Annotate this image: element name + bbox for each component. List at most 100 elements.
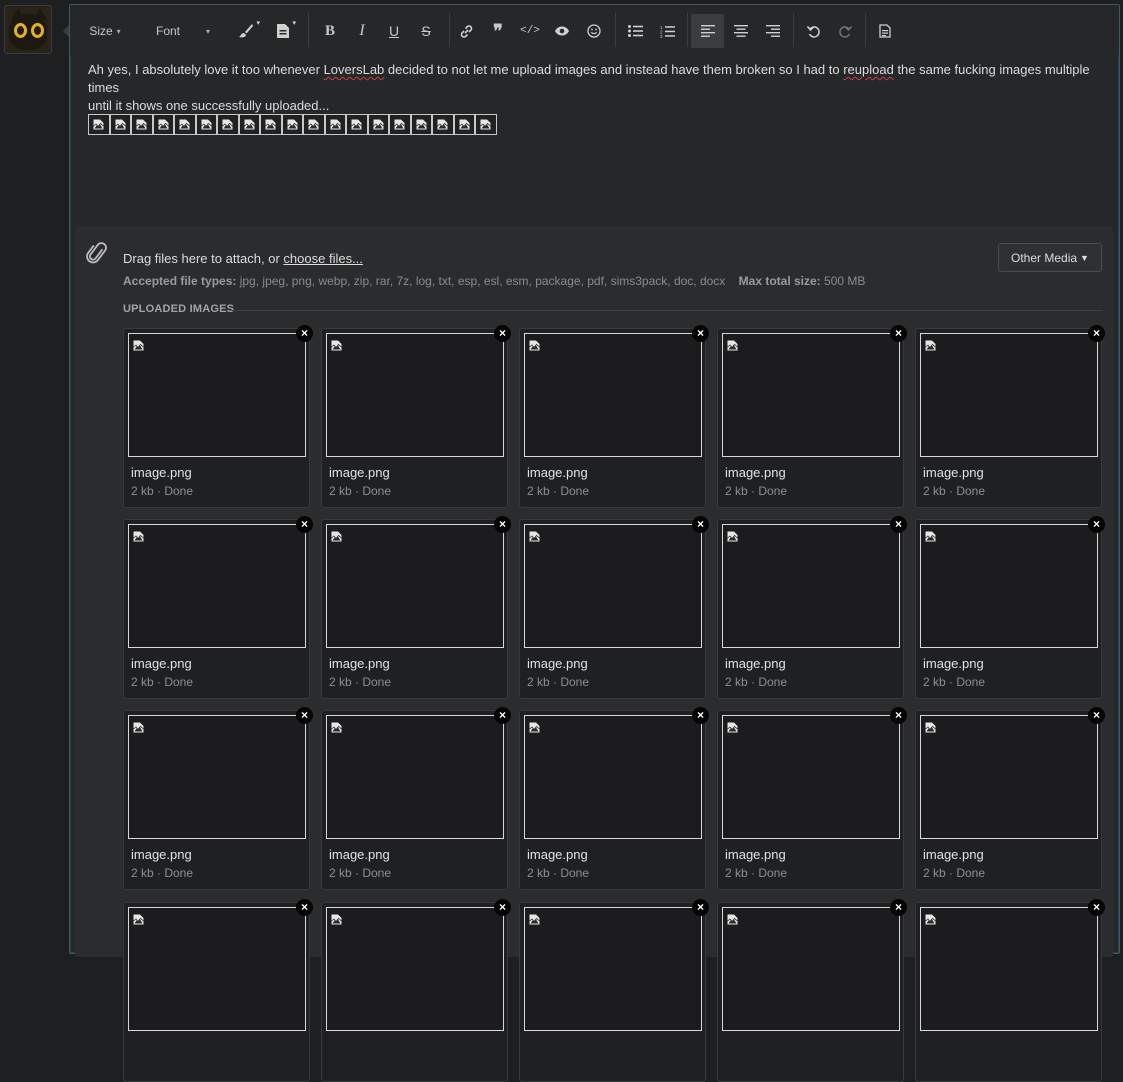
text-color-button[interactable]: ▾ — [230, 14, 262, 48]
broken-image[interactable] — [389, 114, 411, 135]
user-avatar[interactable] — [4, 5, 52, 54]
drafts-button[interactable] — [869, 14, 901, 48]
paragraph-style-button[interactable]: ▾ — [266, 14, 300, 48]
image-thumbnail[interactable] — [128, 333, 306, 457]
remove-attachment-button[interactable]: × — [494, 325, 511, 342]
remove-attachment-button[interactable]: × — [1088, 707, 1105, 724]
image-thumbnail[interactable] — [722, 907, 900, 1031]
image-thumbnail[interactable] — [326, 907, 504, 1031]
broken-image[interactable] — [303, 114, 325, 135]
remove-attachment-button[interactable]: × — [1088, 516, 1105, 533]
remove-attachment-button[interactable]: × — [1088, 899, 1105, 916]
align-left-button[interactable] — [691, 14, 724, 48]
code-button[interactable]: </> — [514, 14, 546, 48]
remove-attachment-button[interactable]: × — [1088, 325, 1105, 342]
broken-image[interactable] — [453, 114, 475, 135]
uploaded-image-tile[interactable]: × image.png 2 kb · Done — [519, 707, 709, 890]
italic-button[interactable]: I — [346, 14, 378, 48]
underline-button[interactable]: U — [378, 14, 410, 48]
image-thumbnail[interactable] — [920, 333, 1098, 457]
image-thumbnail[interactable] — [128, 524, 306, 648]
image-thumbnail[interactable] — [128, 907, 306, 1031]
remove-attachment-button[interactable]: × — [692, 899, 709, 916]
remove-attachment-button[interactable]: × — [692, 516, 709, 533]
broken-image[interactable] — [109, 114, 131, 135]
broken-image[interactable] — [324, 114, 346, 135]
remove-attachment-button[interactable]: × — [692, 325, 709, 342]
image-thumbnail[interactable] — [326, 715, 504, 839]
image-thumbnail[interactable] — [920, 524, 1098, 648]
align-right-button[interactable] — [757, 14, 789, 48]
broken-image[interactable] — [131, 114, 153, 135]
remove-attachment-button[interactable]: × — [890, 325, 907, 342]
uploaded-image-tile[interactable]: × image.png 2 kb · Done — [915, 325, 1105, 508]
broken-image[interactable] — [410, 114, 432, 135]
uploaded-image-tile[interactable]: × — [321, 899, 511, 1082]
remove-attachment-button[interactable]: × — [692, 707, 709, 724]
remove-attachment-button[interactable]: × — [494, 899, 511, 916]
broken-image[interactable] — [281, 114, 303, 135]
bold-button[interactable]: B — [314, 14, 346, 48]
image-thumbnail[interactable] — [722, 715, 900, 839]
broken-image[interactable] — [88, 114, 110, 135]
uploaded-image-tile[interactable]: × image.png 2 kb · Done — [717, 707, 907, 890]
link-button[interactable] — [450, 14, 482, 48]
font-dropdown[interactable]: Font ▾ — [144, 14, 216, 48]
image-thumbnail[interactable] — [524, 333, 702, 457]
image-thumbnail[interactable] — [524, 715, 702, 839]
remove-attachment-button[interactable]: × — [494, 707, 511, 724]
bulleted-list-button[interactable] — [619, 14, 651, 48]
remove-attachment-button[interactable]: × — [890, 707, 907, 724]
spoiler-button[interactable] — [546, 14, 578, 48]
uploaded-image-tile[interactable]: × image.png 2 kb · Done — [123, 325, 313, 508]
uploaded-image-tile[interactable]: × image.png 2 kb · Done — [123, 516, 313, 699]
image-thumbnail[interactable] — [128, 715, 306, 839]
remove-attachment-button[interactable]: × — [494, 516, 511, 533]
uploaded-image-tile[interactable]: × image.png 2 kb · Done — [717, 516, 907, 699]
strikethrough-button[interactable]: S — [410, 14, 442, 48]
broken-image[interactable] — [367, 114, 389, 135]
broken-image[interactable] — [260, 114, 282, 135]
image-thumbnail[interactable] — [920, 715, 1098, 839]
remove-attachment-button[interactable]: × — [296, 707, 313, 724]
remove-attachment-button[interactable]: × — [296, 899, 313, 916]
uploaded-image-tile[interactable]: × — [717, 899, 907, 1082]
choose-files-link[interactable]: choose files... — [283, 251, 363, 266]
attachment-area[interactable]: Drag files here to attach, or choose fil… — [75, 227, 1113, 1082]
uploaded-image-tile[interactable]: × image.png 2 kb · Done — [321, 325, 511, 508]
numbered-list-button[interactable]: 123 — [651, 14, 683, 48]
broken-image[interactable] — [217, 114, 239, 135]
uploaded-image-tile[interactable]: × — [915, 899, 1105, 1082]
message-body[interactable]: Ah yes, I absolutely love it too wheneve… — [88, 61, 1108, 115]
image-thumbnail[interactable] — [722, 333, 900, 457]
broken-image[interactable] — [475, 114, 497, 135]
broken-image[interactable] — [346, 114, 368, 135]
other-media-button[interactable]: Other Media ▼ — [998, 243, 1102, 272]
image-thumbnail[interactable] — [920, 907, 1098, 1031]
broken-image[interactable] — [152, 114, 174, 135]
uploaded-image-tile[interactable]: × — [123, 899, 313, 1082]
image-thumbnail[interactable] — [524, 907, 702, 1031]
uploaded-image-tile[interactable]: × image.png 2 kb · Done — [321, 516, 511, 699]
remove-attachment-button[interactable]: × — [296, 516, 313, 533]
emoji-button[interactable] — [578, 14, 610, 48]
image-thumbnail[interactable] — [326, 524, 504, 648]
remove-attachment-button[interactable]: × — [890, 899, 907, 916]
undo-button[interactable] — [797, 14, 829, 48]
align-center-button[interactable] — [725, 14, 757, 48]
remove-attachment-button[interactable]: × — [890, 516, 907, 533]
broken-image[interactable] — [174, 114, 196, 135]
size-dropdown[interactable]: Size — [80, 14, 130, 48]
image-thumbnail[interactable] — [722, 524, 900, 648]
uploaded-image-tile[interactable]: × image.png 2 kb · Done — [321, 707, 511, 890]
uploaded-image-tile[interactable]: × — [519, 899, 709, 1082]
uploaded-image-tile[interactable]: × image.png 2 kb · Done — [123, 707, 313, 890]
image-thumbnail[interactable] — [326, 333, 504, 457]
uploaded-image-tile[interactable]: × image.png 2 kb · Done — [915, 707, 1105, 890]
uploaded-image-tile[interactable]: × image.png 2 kb · Done — [519, 516, 709, 699]
uploaded-image-tile[interactable]: × image.png 2 kb · Done — [519, 325, 709, 508]
image-thumbnail[interactable] — [524, 524, 702, 648]
quote-button[interactable]: ❞ — [482, 14, 514, 48]
broken-image[interactable] — [238, 114, 260, 135]
broken-image[interactable] — [195, 114, 217, 135]
